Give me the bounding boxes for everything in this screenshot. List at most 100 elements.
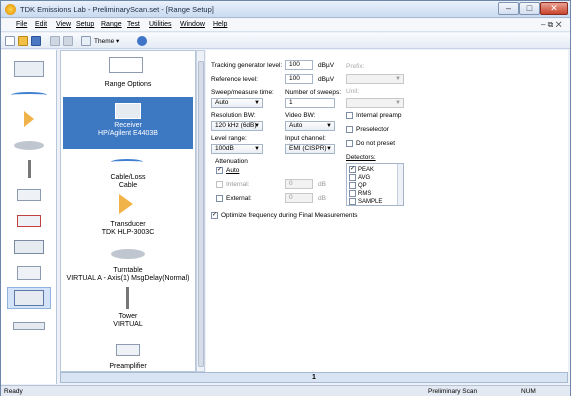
prefix-label: Prefix:	[346, 63, 365, 70]
atten-external-input[interactable]: 0	[285, 193, 313, 203]
turntable-icon	[111, 249, 145, 259]
internal-preamp-checkbox[interactable]	[346, 112, 353, 119]
status-num: NUM	[521, 388, 536, 395]
menu-window[interactable]: Window	[180, 21, 205, 28]
page-navigator: 1	[60, 372, 568, 383]
list-item-cable[interactable]: Cable/Loss Cable	[63, 174, 193, 190]
range-dropdown[interactable]: 100dB ▼	[211, 144, 263, 154]
nav-receiver-icon[interactable]	[7, 287, 51, 309]
nav-transducer-icon[interactable]	[7, 108, 51, 130]
pane-scrollbar[interactable]	[196, 50, 205, 372]
paste-icon[interactable]	[63, 36, 73, 46]
atten-auto-label: Auto	[226, 167, 240, 174]
sweep-label: Sweep/measure time:	[211, 89, 274, 96]
unit-dropdown[interactable]: ▼	[346, 98, 404, 108]
detector-sample[interactable]: SAMPLE	[349, 198, 382, 205]
detector-qp[interactable]: QP	[349, 182, 367, 189]
maximize-button[interactable]: □	[519, 2, 540, 15]
optimize-checkbox[interactable]: ✓	[211, 212, 218, 219]
nav-filter-icon[interactable]	[7, 210, 51, 232]
nav-analyzer-icon[interactable]	[7, 236, 51, 258]
nav-range-icon[interactable]	[7, 58, 51, 80]
nav-sidebar	[1, 50, 57, 384]
sweep-dropdown[interactable]: Auto ▼	[211, 98, 263, 108]
receiver-icon	[115, 103, 141, 119]
status-bar: Ready Preliminary Scan NUM	[1, 385, 570, 396]
detector-rms[interactable]: RMS	[349, 190, 371, 197]
tracking-input[interactable]: 100	[285, 60, 313, 70]
rbw-dropdown[interactable]: 120 kHz (6dB) ▼	[211, 121, 263, 131]
theme-button[interactable]: Theme ▾	[94, 37, 119, 45]
window-title: TDK Emissions Lab - PreliminaryScan.set …	[20, 5, 214, 14]
atten-auto-checkbox[interactable]: ✓	[216, 167, 223, 174]
save-icon[interactable]	[31, 36, 41, 46]
menu-help[interactable]: Help	[213, 21, 227, 28]
list-item-turntable[interactable]: Turntable VIRTUAL A - Axis(1) MsgDelay(N…	[63, 267, 193, 283]
detector-avg[interactable]: AVG	[349, 174, 370, 181]
mdi-controls[interactable]: – ⧉ ✕	[541, 20, 562, 30]
list-item-receiver[interactable]: Receiver HP/Agilent E4403B	[63, 97, 193, 149]
menu-view[interactable]: View	[56, 21, 71, 28]
range-options-icon	[109, 57, 143, 73]
list-item-transducer[interactable]: Transducer TDK HLP-3003C	[63, 221, 193, 237]
menu-file[interactable]: File	[16, 21, 27, 28]
prefix-dropdown[interactable]: ▼	[346, 74, 404, 84]
nav-cable-icon[interactable]	[7, 84, 51, 106]
menu-setup[interactable]: Setup	[76, 21, 94, 28]
atten-external-unit: dB	[318, 195, 326, 202]
new-file-icon[interactable]	[5, 36, 15, 46]
receiver-settings-panel: Tracking generator level: 100 dBµV Refer…	[206, 50, 568, 372]
detector-peak[interactable]: ✓ PEAK	[349, 166, 374, 173]
theme-icon[interactable]	[81, 36, 91, 46]
menu-test[interactable]: Test	[127, 21, 140, 28]
copy-icon[interactable]	[50, 36, 60, 46]
internal-preamp-label: Internal preamp	[356, 112, 402, 119]
menu-range[interactable]: Range	[101, 21, 122, 28]
close-button[interactable]: ✕	[540, 2, 568, 15]
nav-attenuator-icon[interactable]	[7, 315, 51, 337]
preamplifier-icon	[116, 344, 140, 356]
channel-dropdown[interactable]: EMI (CISPR) ▼	[285, 144, 335, 154]
nav-preamp-icon[interactable]	[7, 184, 51, 206]
menu-edit[interactable]: Edit	[35, 21, 47, 28]
device-list-pane: Range Options Receiver HP/Agilent E4403B…	[60, 50, 196, 372]
nav-switch-icon[interactable]	[7, 262, 51, 284]
atten-internal-label: Internal:	[226, 181, 250, 188]
numsweeps-input[interactable]: 1	[285, 98, 335, 108]
minimize-button[interactable]: –	[498, 2, 519, 15]
nav-turntable-icon[interactable]	[7, 134, 51, 156]
list-item-range-options[interactable]: Range Options	[63, 81, 193, 89]
cable-icon	[111, 159, 143, 165]
page-number[interactable]: 1	[61, 374, 567, 381]
toolbar: Theme ▾	[1, 33, 570, 49]
open-folder-icon[interactable]	[18, 36, 28, 46]
reference-unit: dBµV	[318, 76, 335, 83]
title-bar: TDK Emissions Lab - PreliminaryScan.set …	[1, 1, 570, 18]
reference-input[interactable]: 100	[285, 74, 313, 84]
unit-label: Unit:	[346, 88, 360, 95]
detectors-label: Detectors:	[346, 154, 376, 161]
channel-label: Input channel:	[285, 135, 326, 142]
no-preset-checkbox[interactable]	[346, 140, 353, 147]
atten-internal-input[interactable]: 0	[285, 179, 313, 189]
preselector-label: Preselector	[356, 126, 389, 133]
help-icon[interactable]	[137, 36, 147, 46]
atten-internal-unit: dB	[318, 181, 326, 188]
preselector-checkbox[interactable]	[346, 126, 353, 133]
scrollbar-thumb[interactable]	[198, 61, 204, 367]
reference-label: Reference level:	[211, 76, 258, 83]
numsweeps-label: Number of sweeps:	[285, 89, 341, 96]
atten-internal-checkbox[interactable]	[216, 181, 223, 188]
tower-icon	[126, 287, 129, 309]
attenuation-label: Attenuation	[215, 158, 248, 165]
menu-bar: File Edit View Setup Range Test Utilitie…	[1, 19, 570, 32]
list-item-tower[interactable]: Tower VIRTUAL	[63, 313, 193, 329]
range-label: Level range:	[211, 135, 247, 142]
menu-utilities[interactable]: Utilities	[149, 21, 172, 28]
atten-external-checkbox[interactable]	[216, 195, 223, 202]
tracking-label: Tracking generator level:	[211, 62, 283, 69]
list-item-preamplifier[interactable]: Preamplifier	[63, 363, 193, 371]
vbw-dropdown[interactable]: Auto ▼	[285, 121, 335, 131]
detectors-scrollbar[interactable]	[397, 164, 403, 205]
nav-tower-icon[interactable]	[7, 158, 51, 180]
